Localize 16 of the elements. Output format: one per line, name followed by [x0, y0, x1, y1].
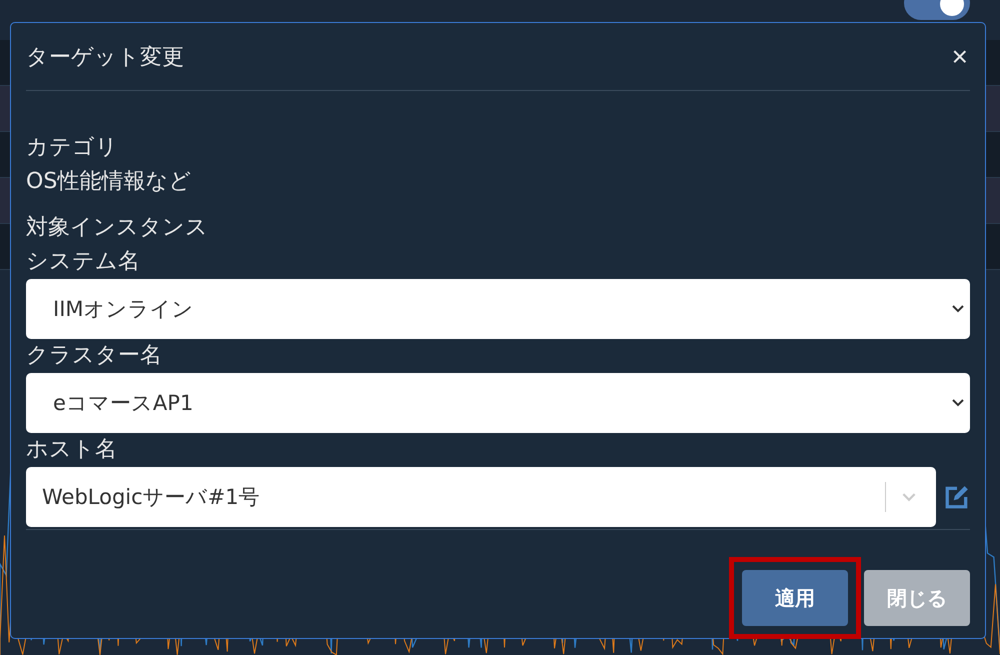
dialog-title: ターゲット変更	[26, 44, 184, 72]
select-field[interactable]: eコマースAP1	[26, 373, 970, 433]
apply-button[interactable]: 適用	[742, 570, 848, 626]
category-label: カテゴリ	[26, 134, 119, 162]
edit-icon[interactable]	[944, 484, 970, 510]
section-heading: 対象インスタンス	[26, 214, 209, 242]
chevron-icon	[952, 399, 964, 407]
select-field[interactable]: IIMオンライン	[26, 279, 970, 339]
chevron-icon	[952, 305, 964, 313]
close-button[interactable]: ×	[950, 42, 970, 70]
category-value: OS性能情報など	[26, 168, 192, 196]
field-label: システム名	[26, 248, 141, 276]
field-label: クラスター名	[26, 342, 163, 370]
combo-field[interactable]: WebLogicサーバ#1号	[26, 467, 936, 527]
field-label: ホスト名	[26, 436, 118, 464]
chevron-icon	[902, 492, 916, 502]
